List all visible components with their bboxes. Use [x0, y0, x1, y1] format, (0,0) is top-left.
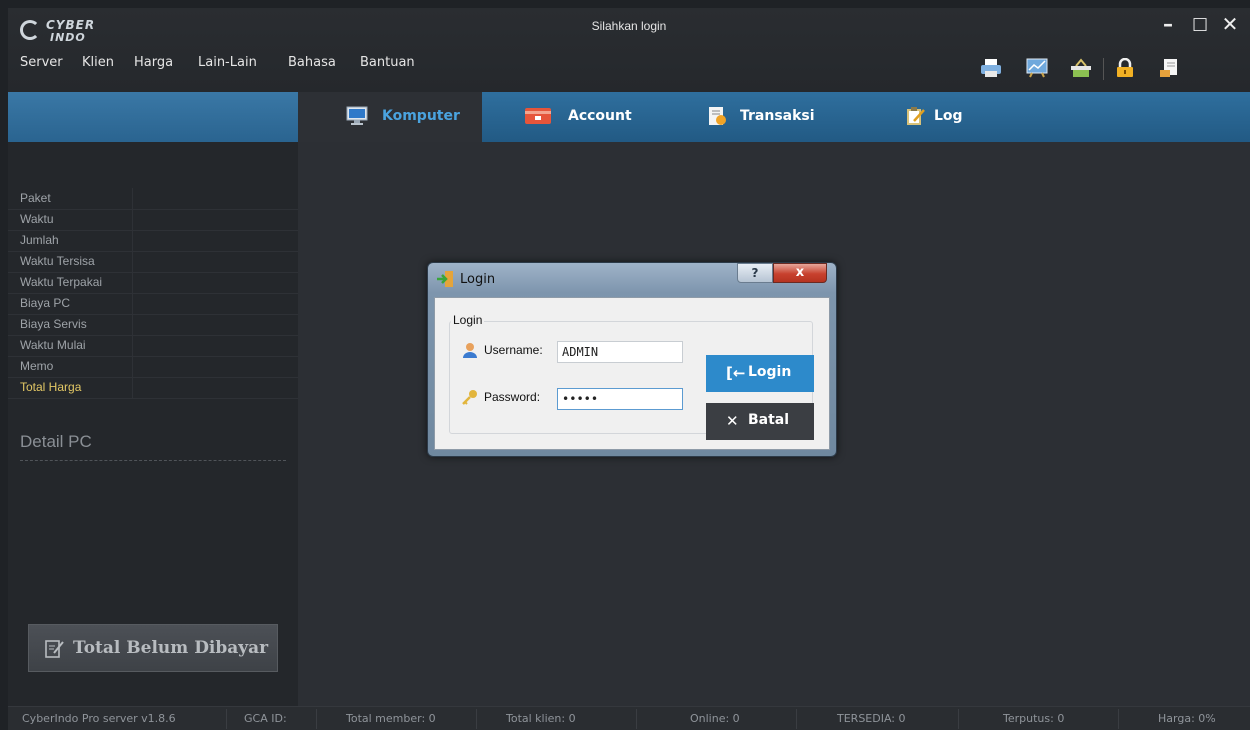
status-total-klien: Total klien: 0: [506, 712, 576, 725]
total-unpaid-button[interactable]: Total Belum Dibayar: [28, 624, 278, 672]
status-bar: CyberIndo Pro server v1.8.6 GCA ID: Tota…: [8, 706, 1250, 730]
sidebar: Paket Waktu Jumlah Waktu Tersisa Waktu T…: [8, 142, 298, 706]
menu-klien[interactable]: Klien: [82, 55, 114, 70]
sign-in-icon: [←: [726, 364, 746, 382]
login-dialog: Login ? x Username: Password: ••••• [← L…: [427, 262, 837, 457]
menu-harga[interactable]: Harga: [134, 55, 173, 70]
username-label: Username:: [484, 343, 543, 357]
clipboard-icon: [904, 106, 926, 126]
sidebar-header-band: [8, 92, 298, 142]
group-label-login: Login: [451, 313, 485, 327]
info-row-biaya-servis: Biaya Servis: [8, 314, 298, 336]
status-total-member: Total member: 0: [346, 712, 436, 725]
status-gca-id: GCA ID:: [244, 712, 287, 725]
status-online: Online: 0: [690, 712, 740, 725]
x-icon: ✕: [726, 412, 739, 430]
window-title: Silahkan login: [591, 19, 667, 33]
password-input[interactable]: •••••: [557, 388, 683, 410]
card-icon: [524, 106, 552, 126]
menu-lain-lain[interactable]: Lain-Lain: [198, 55, 257, 70]
detail-pc-title: Detail PC: [20, 432, 92, 451]
tab-komputer[interactable]: Komputer: [298, 92, 482, 142]
status-version: CyberIndo Pro server v1.8.6: [22, 712, 176, 725]
chart-icon[interactable]: [1026, 58, 1048, 78]
document-icon[interactable]: [1158, 58, 1180, 78]
minimize-button[interactable]: –: [1156, 12, 1180, 36]
monitor-icon: [346, 106, 368, 126]
help-button[interactable]: ?: [737, 263, 773, 283]
dialog-close-button[interactable]: x: [773, 263, 827, 283]
basket-icon[interactable]: [1070, 58, 1092, 78]
info-row-jumlah: Jumlah: [8, 230, 298, 252]
info-row-total-harga: Total Harga: [8, 377, 298, 399]
menu-bahasa[interactable]: Bahasa: [288, 55, 336, 70]
tab-transaksi[interactable]: Transaksi: [672, 92, 862, 142]
dialog-title: Login: [460, 272, 496, 287]
title-bar: CYBER INDO Silahkan login – □ ✕ Server K…: [8, 8, 1250, 92]
login-group: Username: Password: ••••• [← Login ✕ Bat…: [449, 321, 814, 440]
info-row-waktu-terpakai: Waktu Terpakai: [8, 272, 298, 294]
info-row-biaya-pc: Biaya PC: [8, 293, 298, 315]
printer-icon[interactable]: [980, 58, 1002, 78]
login-arrow-icon: [436, 270, 454, 288]
status-tersedia: TERSEDIA: 0: [837, 712, 906, 725]
dialog-body: Username: Password: ••••• [← Login ✕ Bat…: [434, 297, 830, 450]
key-icon: [462, 389, 478, 405]
status-harga: Harga: 0%: [1158, 712, 1216, 725]
close-window-button[interactable]: ✕: [1218, 12, 1242, 36]
username-input[interactable]: [557, 341, 683, 363]
info-row-memo: Memo: [8, 356, 298, 378]
toolbar-separator: [1103, 58, 1104, 80]
info-row-waktu-mulai: Waktu Mulai: [8, 335, 298, 357]
info-row-waktu: Waktu: [8, 209, 298, 231]
edit-icon: [45, 638, 65, 658]
status-terputus: Terputus: 0: [1003, 712, 1065, 725]
tab-account[interactable]: Account: [482, 92, 672, 142]
receipt-icon: [706, 106, 728, 126]
lock-icon[interactable]: [1114, 57, 1136, 78]
menu-server[interactable]: Server: [20, 55, 63, 70]
password-label: Password:: [484, 390, 541, 404]
cancel-button[interactable]: ✕ Batal: [706, 403, 814, 440]
tab-bar: Komputer Account Transaksi Log: [298, 92, 1250, 142]
tab-log[interactable]: Log: [862, 92, 1012, 142]
info-row-waktu-tersisa: Waktu Tersisa: [8, 251, 298, 273]
maximize-button[interactable]: □: [1188, 14, 1212, 34]
user-icon: [462, 342, 478, 358]
menu-bantuan[interactable]: Bantuan: [360, 55, 415, 70]
info-row-paket: Paket: [8, 188, 298, 210]
login-button[interactable]: [← Login: [706, 355, 814, 392]
detail-divider: [20, 460, 286, 461]
